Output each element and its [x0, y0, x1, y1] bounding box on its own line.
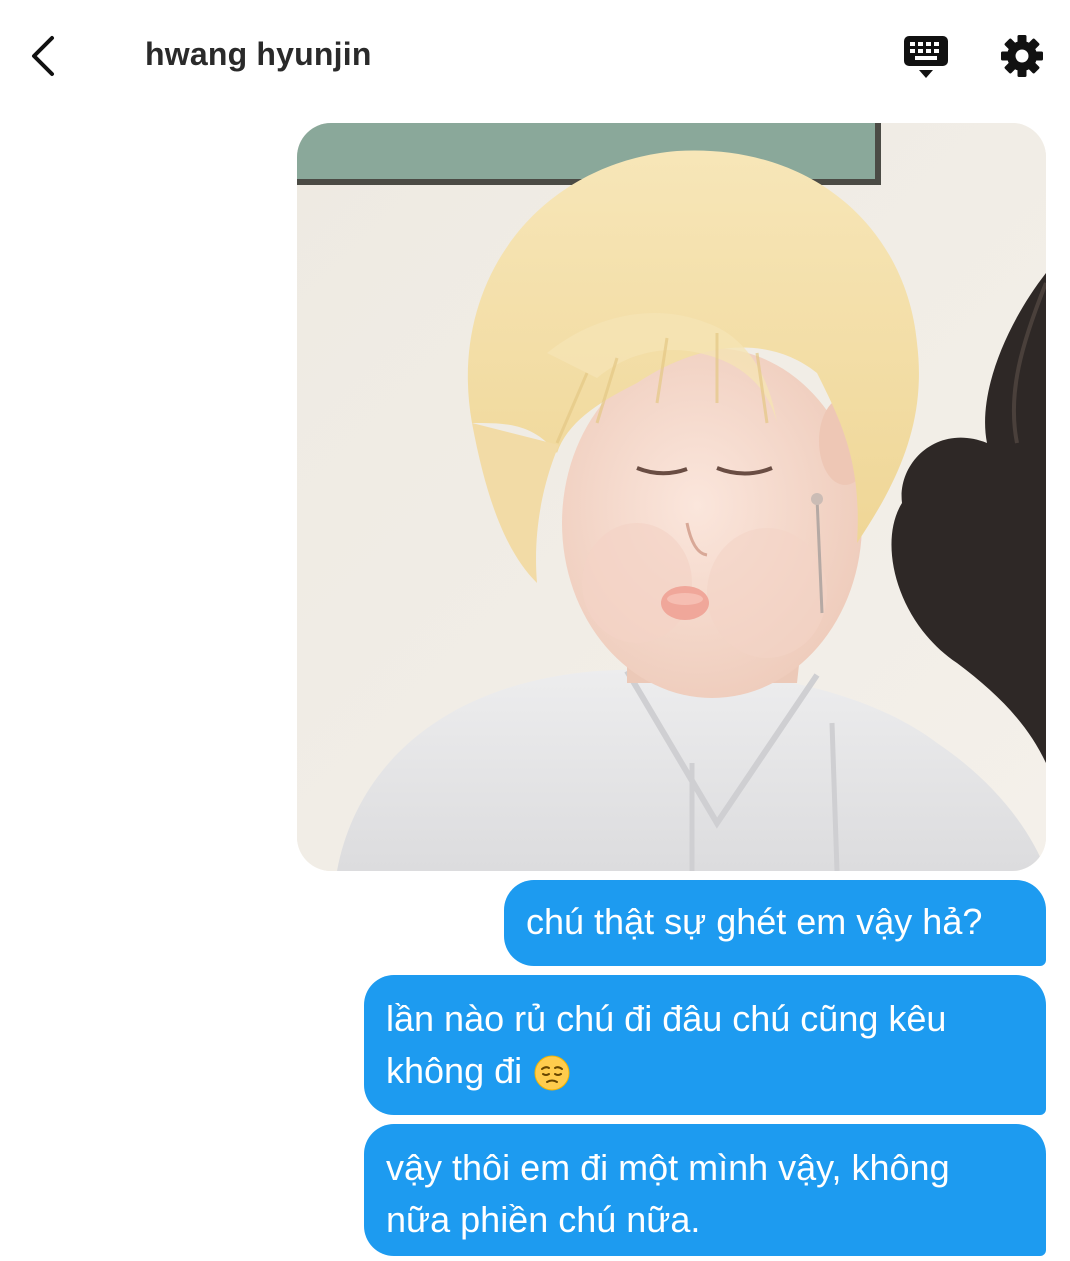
photo	[297, 123, 1046, 871]
message-bubble[interactable]: lần nào rủ chú đi đâu chú cũng kêu không…	[364, 975, 1046, 1115]
message-text-line-2: nữa phiền chú nữa.	[386, 1199, 701, 1240]
message-bubble[interactable]: vậy thôi em đi một mình vậy, không nữa p…	[364, 1124, 1046, 1256]
message-text: không đi	[386, 1050, 523, 1091]
keyboard-button[interactable]	[902, 34, 950, 80]
chat-title: hwang hyunjin	[145, 36, 372, 72]
message-bubble[interactable]: chú thật sự ghét em vậy hả?	[504, 880, 1046, 966]
pensive-face-emoji-icon	[534, 1055, 570, 1091]
back-button[interactable]	[24, 30, 68, 82]
message-text-line: vậy thôi em đi một mình vậy, không	[386, 1147, 950, 1188]
image-message[interactable]	[297, 123, 1046, 871]
chevron-left-icon	[32, 36, 54, 76]
chat-header: hwang hyunjin	[0, 0, 1070, 110]
message-text-line-2: không đi	[386, 1045, 1024, 1097]
keyboard-icon	[904, 36, 948, 78]
gear-icon	[1001, 35, 1043, 77]
settings-button[interactable]	[1000, 34, 1044, 78]
message-text-line: lần nào rủ chú đi đâu chú cũng kêu	[386, 998, 947, 1039]
message-text: chú thật sự ghét em vậy hả?	[526, 901, 983, 942]
